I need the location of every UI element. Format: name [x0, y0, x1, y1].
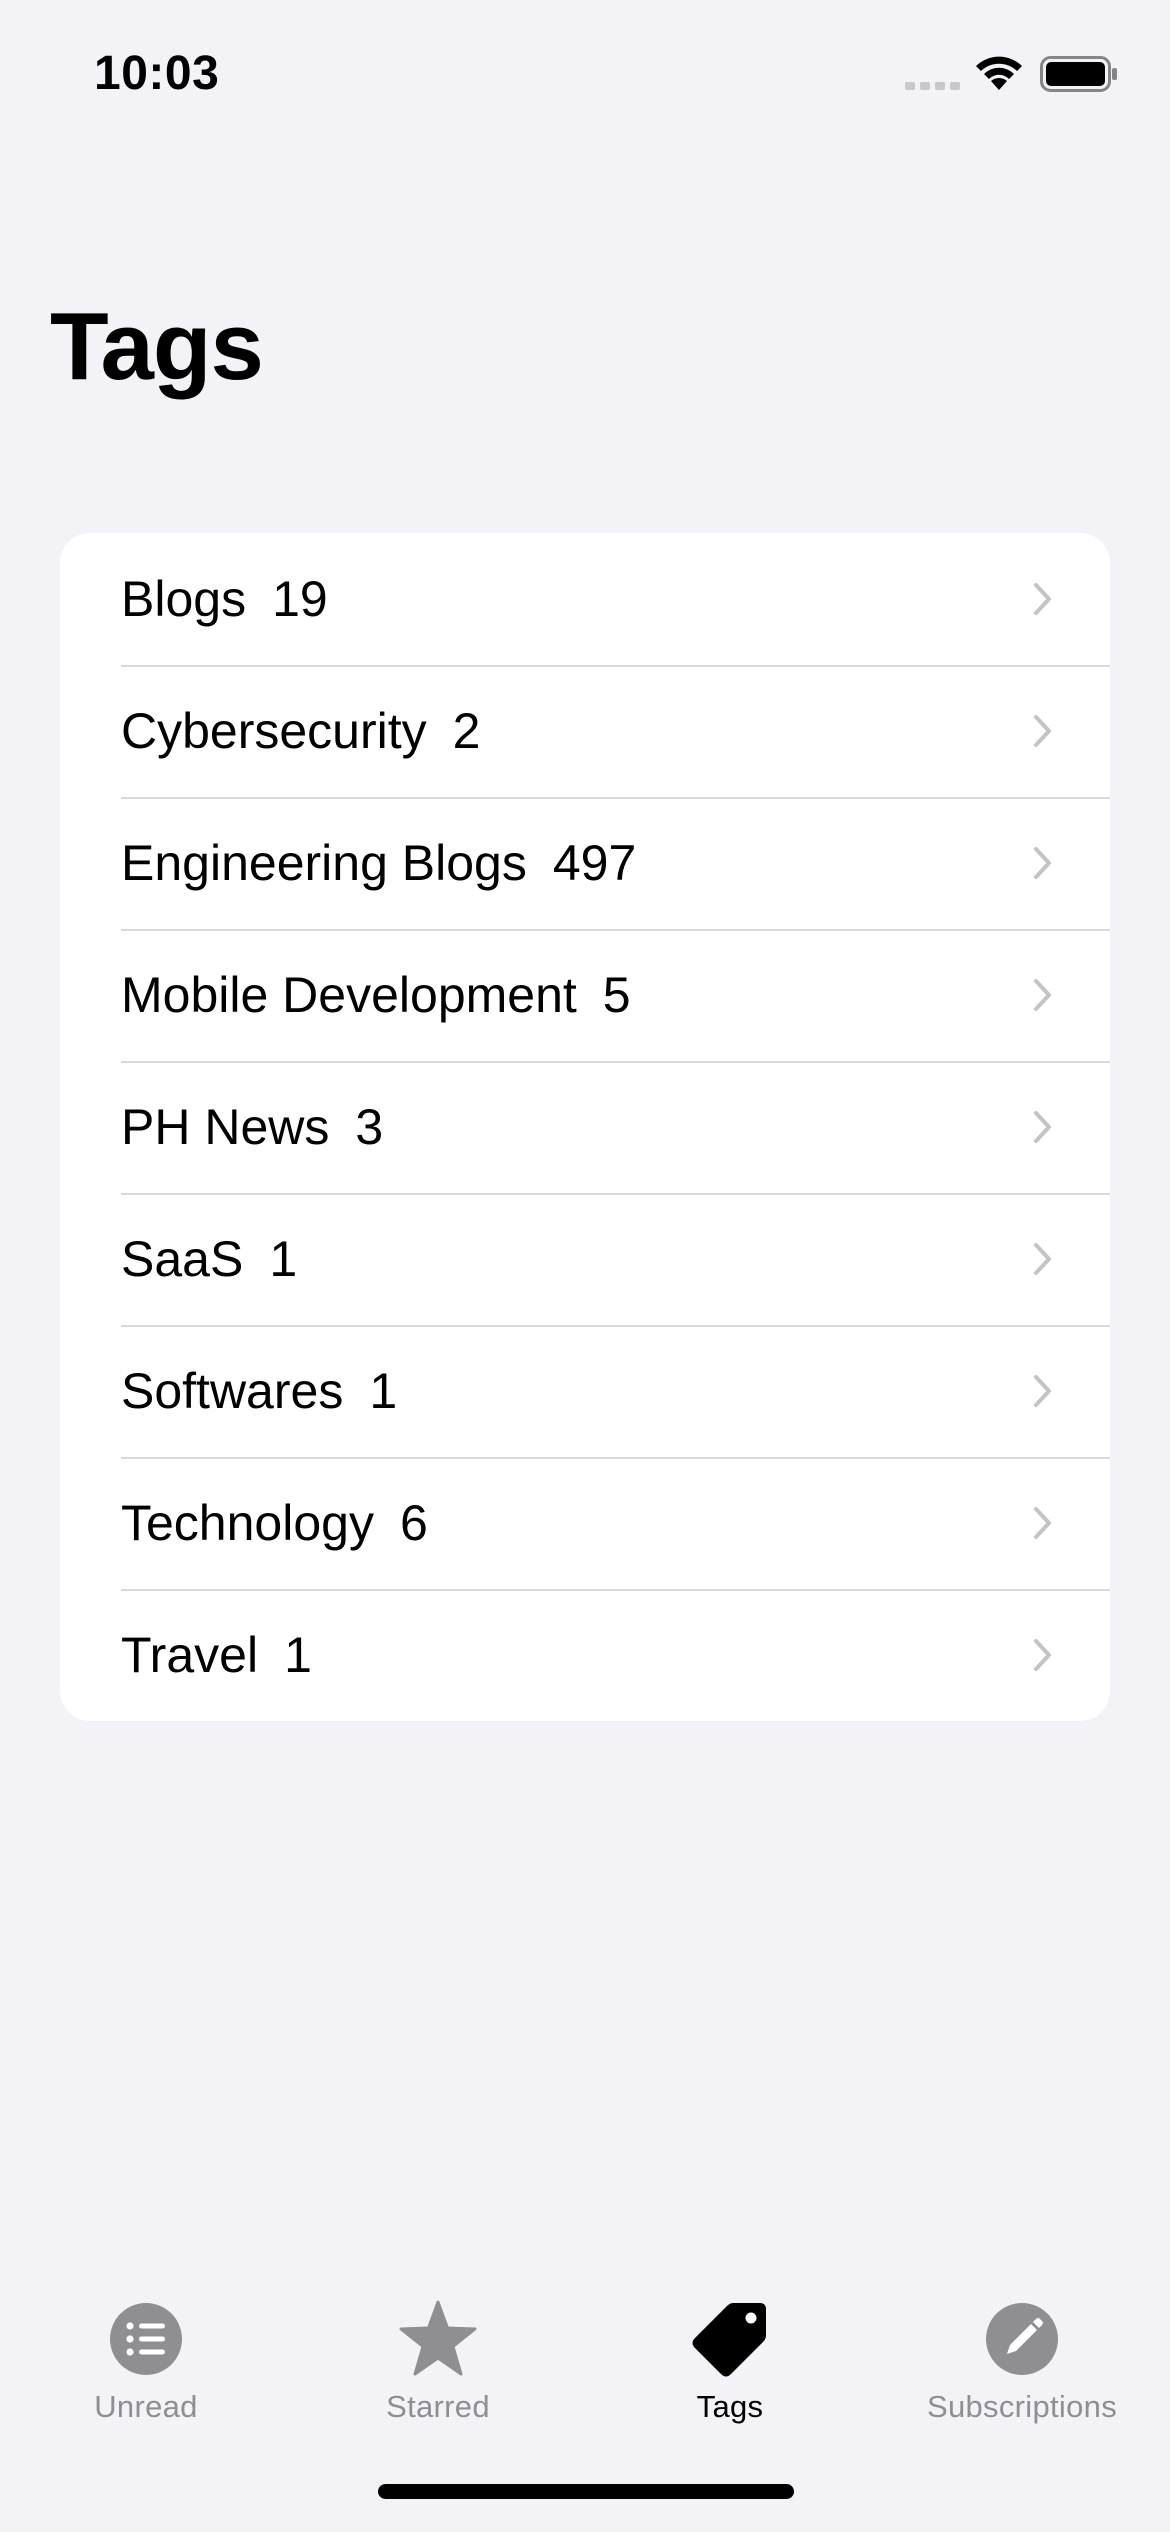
chevron-right-icon [1034, 1375, 1051, 1407]
status-bar: 10:03 [0, 0, 1170, 140]
tag-count: 2 [452, 703, 481, 759]
star-icon [399, 2300, 477, 2376]
tab-label: Subscriptions [927, 2389, 1117, 2424]
tab-label: Starred [386, 2389, 490, 2424]
tag-count: 19 [272, 571, 328, 627]
tags-screen: 10:03 Tags Blogs 19 Cybersecurity 2 Engi… [0, 0, 1170, 2532]
chevron-right-icon [1034, 715, 1051, 747]
tab-unread[interactable]: Unread [0, 2280, 292, 2440]
tab-subscriptions[interactable]: Subscriptions [876, 2280, 1168, 2440]
tab-label: Unread [94, 2389, 198, 2424]
tag-row-blogs[interactable]: Blogs 19 [60, 533, 1110, 665]
tag-count: 1 [284, 1627, 312, 1683]
tag-row-ph-news[interactable]: PH News 3 [60, 1061, 1110, 1193]
tag-name: Cybersecurity [121, 703, 427, 759]
tag-name: Mobile Development [121, 967, 577, 1023]
tag-name: Technology [121, 1495, 374, 1551]
tag-count: 1 [269, 1231, 298, 1287]
tag-name: Softwares [121, 1363, 344, 1419]
tag-count: 497 [552, 835, 637, 891]
tag-count: 3 [355, 1099, 384, 1155]
tag-count: 6 [399, 1495, 428, 1551]
cellular-signal-icon [905, 82, 960, 90]
tag-name: Blogs [121, 571, 247, 627]
tag-count: 5 [602, 967, 631, 1023]
status-time: 10:03 [94, 47, 220, 100]
tag-row-cybersecurity[interactable]: Cybersecurity 2 [60, 665, 1110, 797]
tag-row-travel[interactable]: Travel 1 [60, 1589, 1110, 1721]
wifi-icon [976, 56, 1022, 90]
chevron-right-icon [1034, 1507, 1051, 1539]
chevron-right-icon [1034, 583, 1051, 615]
page-title: Tags [50, 293, 264, 400]
chevron-right-icon [1034, 979, 1051, 1011]
tab-starred[interactable]: Starred [292, 2280, 584, 2440]
list-bullet-circle-icon [110, 2303, 182, 2375]
tag-row-softwares[interactable]: Softwares 1 [60, 1325, 1110, 1457]
tag-name: Engineering Blogs [121, 835, 527, 891]
pencil-circle-icon [986, 2303, 1058, 2375]
tag-row-mobile-development[interactable]: Mobile Development 5 [60, 929, 1110, 1061]
battery-icon [1040, 56, 1117, 92]
chevron-right-icon [1034, 847, 1051, 879]
tag-count: 1 [369, 1363, 398, 1419]
tag-row-engineering-blogs[interactable]: Engineering Blogs 497 [60, 797, 1110, 929]
tab-label: Tags [696, 2389, 764, 2424]
tag-name: Travel [121, 1627, 259, 1683]
tag-name: SaaS [121, 1231, 244, 1287]
tag-row-technology[interactable]: Technology 6 [60, 1457, 1110, 1589]
tag-row-saas[interactable]: SaaS 1 [60, 1193, 1110, 1325]
tab-tags[interactable]: Tags [584, 2280, 876, 2440]
chevron-right-icon [1034, 1243, 1051, 1275]
tag-list: Blogs 19 Cybersecurity 2 Engineering Blo… [60, 533, 1110, 1721]
home-indicator [378, 2484, 794, 2499]
tag-icon [692, 2303, 766, 2377]
chevron-right-icon [1034, 1111, 1051, 1143]
tag-name: PH News [121, 1099, 330, 1155]
chevron-right-icon [1034, 1639, 1051, 1671]
